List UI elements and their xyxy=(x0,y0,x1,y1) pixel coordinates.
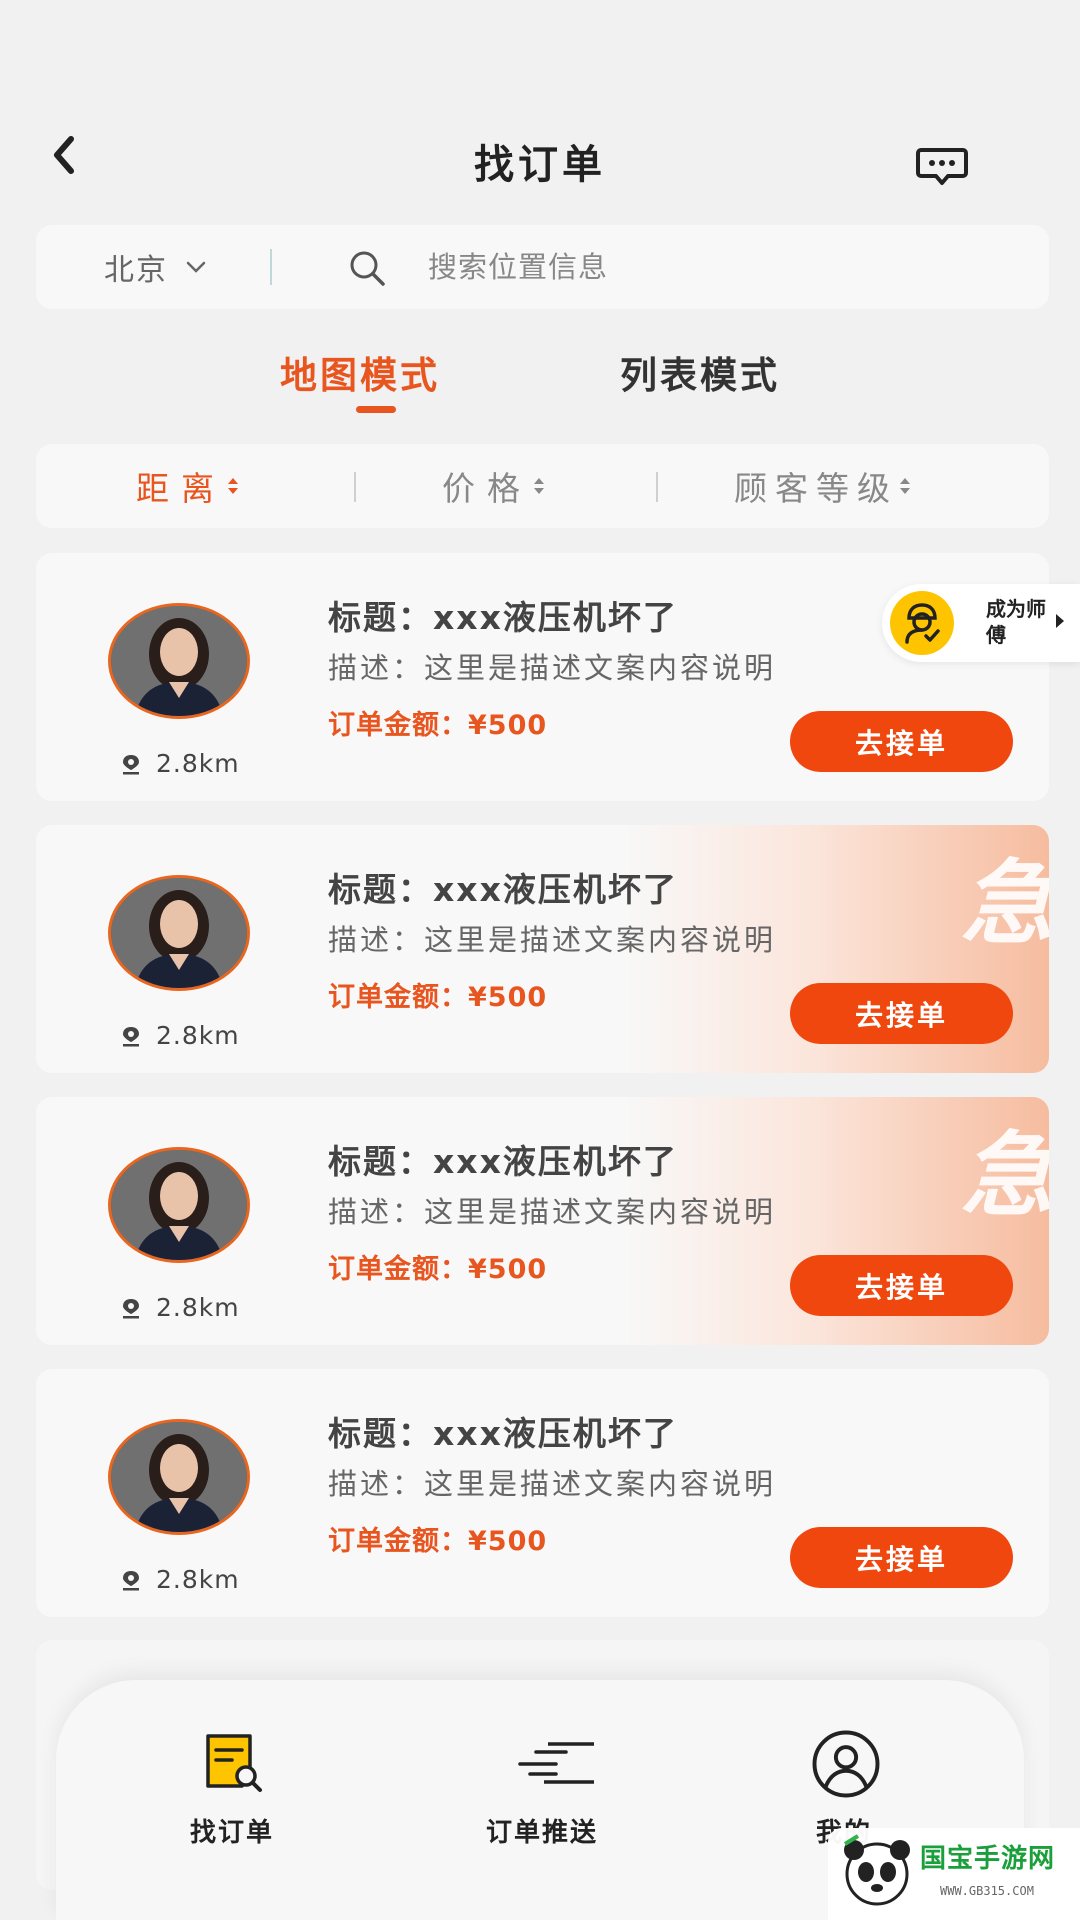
nav-order-push-label: 订单推送 xyxy=(485,1818,598,1848)
nav-order-push[interactable]: 订单推送 xyxy=(442,1680,642,1880)
sort-distance[interactable]: 距离 xyxy=(136,444,240,528)
caret-right-icon xyxy=(1056,614,1064,628)
sort-price-label: 价格 xyxy=(442,469,532,508)
location-pin-icon xyxy=(123,1298,139,1318)
distance-value: 2.8km xyxy=(156,1021,240,1050)
order-card[interactable]: 急 2.8km 标题：xxx液压机坏了 描述：这里是描述文案内容说明 订单金额：… xyxy=(36,825,1049,1073)
tab-list-mode[interactable]: 列表模式 xyxy=(620,345,780,399)
order-title: 标题：xxx液压机坏了 xyxy=(328,870,678,909)
header: 找订单 xyxy=(0,0,1080,220)
watermark-url: WWW.GB315.COM xyxy=(940,1884,1034,1898)
city-selector[interactable]: 北京 xyxy=(104,225,206,309)
order-push-icon xyxy=(518,1742,594,1784)
order-description: 描述：这里是描述文案内容说明 xyxy=(328,923,777,957)
sort-level-label: 顾客等级 xyxy=(734,469,898,508)
order-title: 标题：xxx液压机坏了 xyxy=(328,1142,678,1181)
distance-value: 2.8km xyxy=(156,1565,240,1594)
take-order-button[interactable]: 去接单 xyxy=(790,983,1013,1044)
order-card[interactable]: 2.8km 标题：xxx液压机坏了 描述：这里是描述文案内容说明 订单金额：¥5… xyxy=(36,1369,1049,1617)
tab-active-indicator xyxy=(356,406,396,413)
avatar xyxy=(108,1419,250,1535)
urgent-mark: 急 xyxy=(960,850,1049,957)
distance-value: 2.8km xyxy=(156,1293,240,1322)
distance-info: 2.8km xyxy=(120,1021,240,1050)
urgent-mark: 急 xyxy=(960,1122,1049,1229)
worker-icon xyxy=(890,591,954,655)
take-order-button[interactable]: 去接单 xyxy=(790,1527,1013,1588)
order-price: 订单金额：¥500 xyxy=(328,1526,548,1557)
become-master-label: 成为师傅 xyxy=(986,597,1046,647)
location-pin-icon xyxy=(123,754,139,774)
take-order-button[interactable]: 去接单 xyxy=(790,711,1013,772)
order-description: 描述：这里是描述文案内容说明 xyxy=(328,651,777,685)
search-bar: 北京 xyxy=(36,225,1049,309)
distance-info: 2.8km xyxy=(120,1293,240,1322)
search-divider xyxy=(270,249,272,285)
sort-customer-level[interactable]: 顾客等级 xyxy=(734,444,912,528)
city-label: 北京 xyxy=(104,253,168,288)
search-input[interactable] xyxy=(428,225,988,309)
order-price: 订单金额：¥500 xyxy=(328,710,548,741)
watermark-logo: 国宝手游网 WWW.GB315.COM xyxy=(828,1828,1080,1920)
avatar xyxy=(108,1147,250,1263)
order-description: 描述：这里是描述文案内容说明 xyxy=(328,1467,777,1501)
order-price: 订单金额：¥500 xyxy=(328,982,548,1013)
search-icon xyxy=(350,251,385,286)
find-order-icon xyxy=(206,1734,262,1792)
sort-arrows-icon xyxy=(228,478,238,494)
tab-map-mode[interactable]: 地图模式 xyxy=(280,345,440,399)
take-order-button[interactable]: 去接单 xyxy=(790,1255,1013,1316)
location-pin-icon xyxy=(123,1026,139,1046)
avatar xyxy=(108,875,250,991)
distance-info: 2.8km xyxy=(120,1565,240,1594)
location-pin-icon xyxy=(123,1570,139,1590)
order-card[interactable]: 急 2.8km 标题：xxx液压机坏了 描述：这里是描述文案内容说明 订单金额：… xyxy=(36,1097,1049,1345)
distance-info: 2.8km xyxy=(120,749,240,778)
order-title: 标题：xxx液压机坏了 xyxy=(328,1414,678,1453)
panda-logo-icon xyxy=(843,1834,910,1906)
distance-value: 2.8km xyxy=(156,749,240,778)
user-icon xyxy=(812,1730,880,1798)
order-price: 订单金额：¥500 xyxy=(328,1254,548,1285)
sort-divider xyxy=(354,472,356,502)
avatar xyxy=(108,603,250,719)
nav-find-order[interactable]: 找订单 xyxy=(132,1680,332,1880)
sort-distance-label: 距离 xyxy=(136,469,226,508)
message-button[interactable] xyxy=(916,146,968,186)
sort-price[interactable]: 价格 xyxy=(442,444,546,528)
chevron-down-icon xyxy=(186,261,206,273)
sort-arrows-icon xyxy=(534,478,544,494)
nav-find-order-label: 找订单 xyxy=(189,1818,274,1848)
order-title: 标题：xxx液压机坏了 xyxy=(328,598,678,637)
message-icon xyxy=(916,148,968,185)
sort-arrows-icon xyxy=(900,478,910,494)
become-master-button[interactable]: 成为师傅 xyxy=(882,584,1080,662)
order-card[interactable]: 2.8km 标题：xxx液压机坏了 描述：这里是描述文案内容说明 订单金额：¥5… xyxy=(36,553,1049,801)
order-description: 描述：这里是描述文案内容说明 xyxy=(328,1195,777,1229)
sort-bar: 距离 价格 顾客等级 xyxy=(36,444,1049,528)
watermark-text: 国宝手游网 xyxy=(920,1844,1056,1874)
sort-divider xyxy=(656,472,658,502)
